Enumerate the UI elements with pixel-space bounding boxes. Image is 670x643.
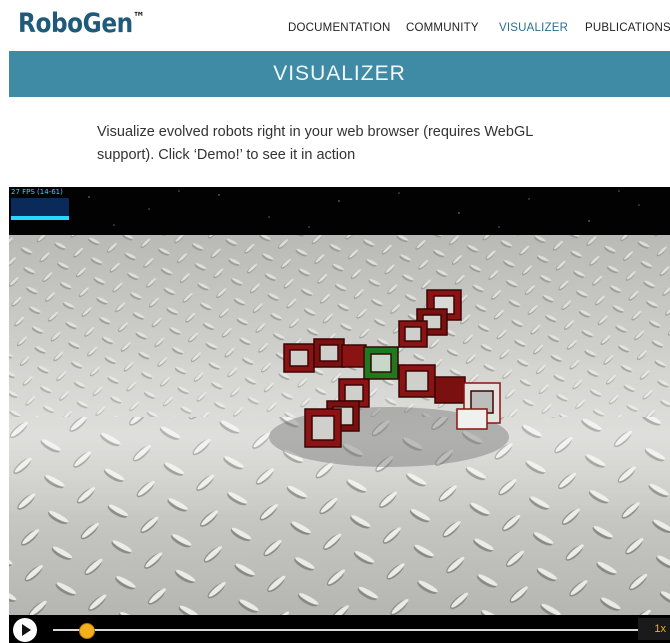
progress-track[interactable] <box>53 629 638 631</box>
speed-button[interactable]: 1x <box>638 618 670 640</box>
fps-stats-panel: 27 FPS (14-61) <box>9 187 69 221</box>
webgl-viewer[interactable]: 27 FPS (14-61) <box>9 187 670 615</box>
nav-visualizer[interactable]: VISUALIZER <box>499 22 568 34</box>
trademark-mark: ™ <box>132 10 145 26</box>
fps-graph <box>11 198 69 220</box>
nav-community[interactable]: COMMUNITY <box>406 22 479 34</box>
fps-readout: 27 FPS (14-61) <box>11 188 63 196</box>
nav-documentation[interactable]: DOCUMENTATION <box>288 22 390 34</box>
intro-text: Visualize evolved robots right in your w… <box>97 124 533 163</box>
play-button[interactable] <box>13 618 37 642</box>
nav-publications[interactable]: PUBLICATIONS <box>585 22 670 34</box>
page-title: VISUALIZER <box>273 62 406 85</box>
top-navigation: RoboGen™ DOCUMENTATION COMMUNITY VISUALI… <box>0 0 670 50</box>
page-banner: VISUALIZER <box>9 51 670 97</box>
logo-text: RoboGen <box>18 8 133 39</box>
play-icon <box>22 624 31 636</box>
progress-knob[interactable] <box>79 623 95 639</box>
scene-render <box>9 187 670 615</box>
logo[interactable]: RoboGen™ <box>18 8 145 39</box>
player-controls: 1x <box>9 615 670 643</box>
